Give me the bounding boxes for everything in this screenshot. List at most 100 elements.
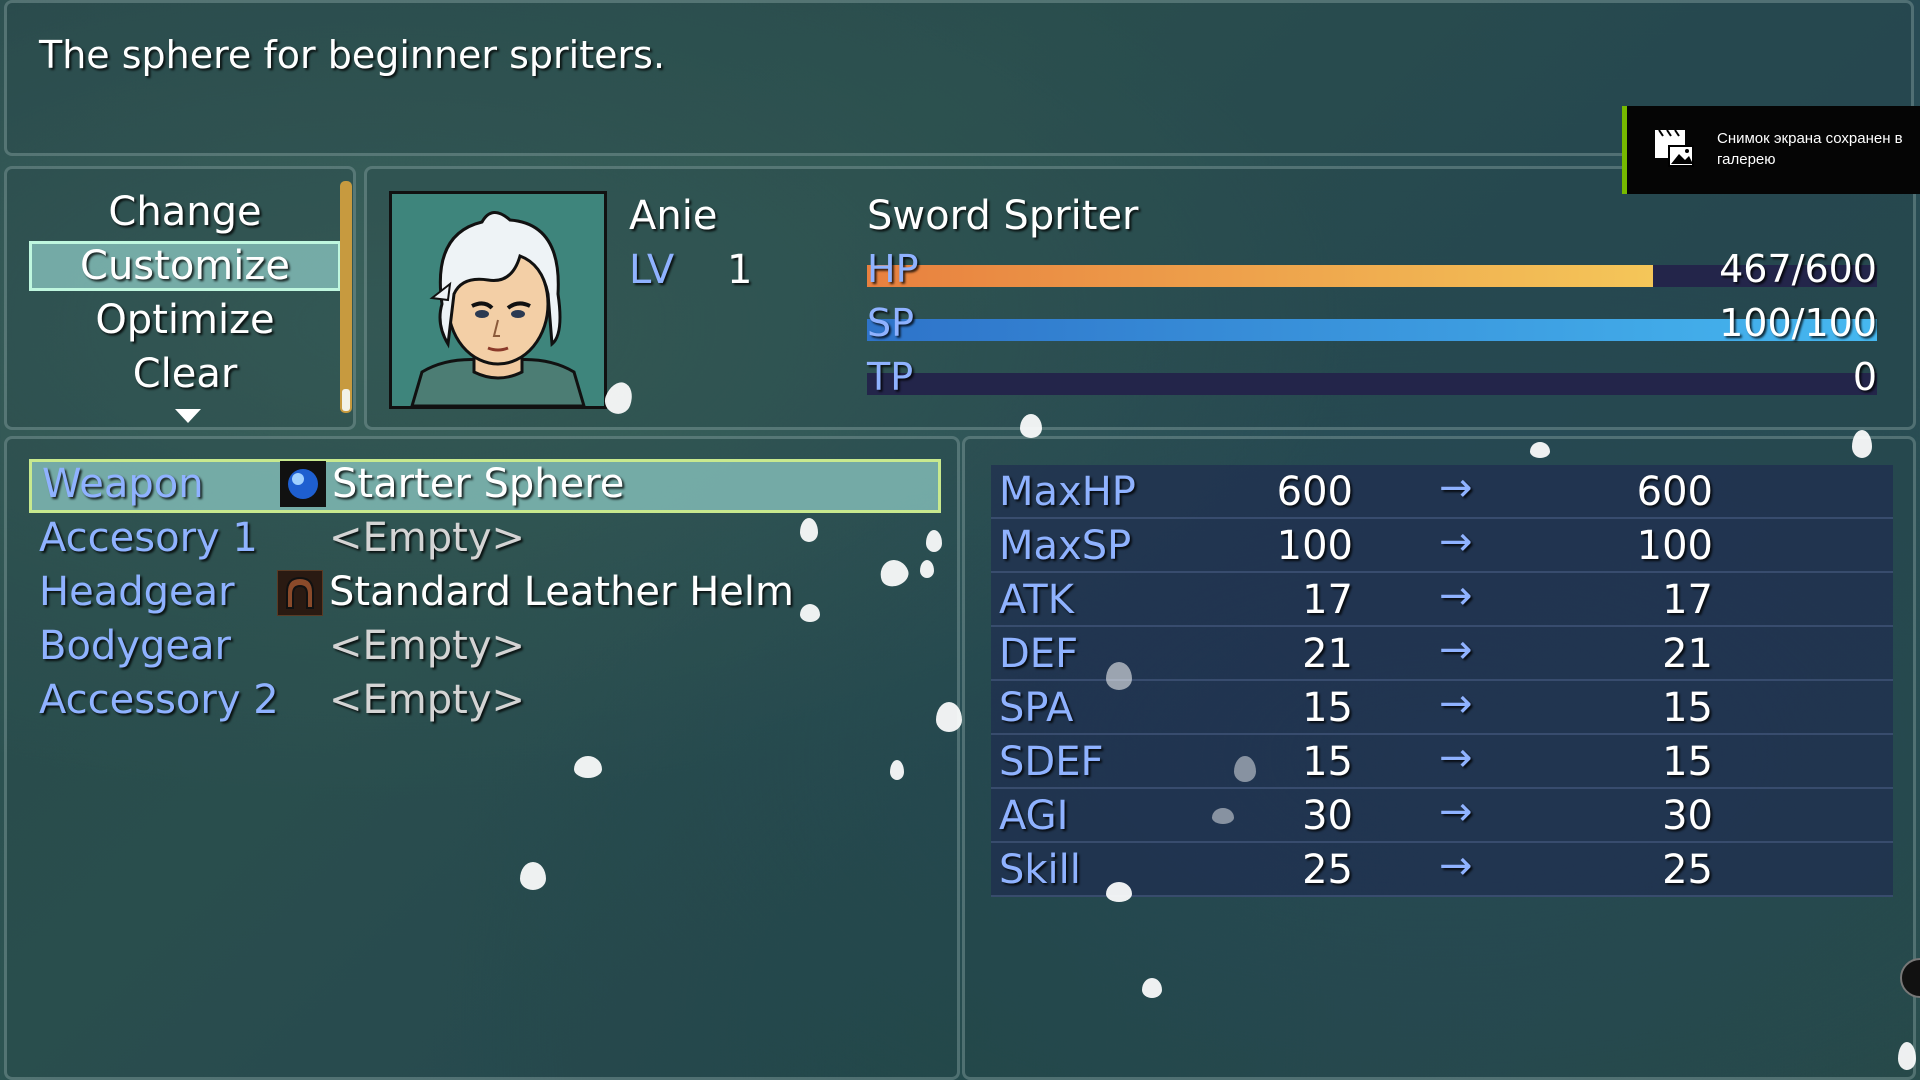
command-change[interactable]: Change bbox=[29, 187, 341, 237]
petal bbox=[936, 702, 962, 732]
petal bbox=[926, 530, 942, 552]
slot-item: <Empty> bbox=[329, 623, 526, 669]
equip-command-window: Change Customize Optimize Clear bbox=[4, 166, 356, 430]
param-current: 15 bbox=[1302, 739, 1353, 785]
slot-row-weapon[interactable]: Weapon Starter Sphere bbox=[29, 459, 941, 513]
param-new: 21 bbox=[1662, 631, 1713, 677]
clapperboard-gallery-icon bbox=[1653, 128, 1695, 168]
command-scrollbar[interactable] bbox=[340, 181, 352, 413]
slot-name: Accessory 2 bbox=[39, 677, 279, 723]
tp-gauge: TP 0 bbox=[867, 355, 1877, 401]
actor-name: Anie bbox=[629, 193, 718, 239]
petal bbox=[520, 862, 546, 890]
param-name: ATK bbox=[999, 577, 1074, 623]
tp-value: 0 bbox=[1852, 355, 1877, 399]
param-new: 100 bbox=[1636, 523, 1713, 569]
param-name: AGI bbox=[999, 793, 1069, 839]
param-name: SPA bbox=[999, 685, 1074, 731]
command-optimize[interactable]: Optimize bbox=[29, 295, 341, 345]
param-new: 15 bbox=[1662, 739, 1713, 785]
petal bbox=[890, 760, 904, 780]
command-customize[interactable]: Customize bbox=[29, 241, 341, 291]
hp-value: 467/600 bbox=[1719, 247, 1877, 291]
param-name: Skill bbox=[999, 847, 1081, 893]
param-current: 100 bbox=[1276, 523, 1353, 569]
param-new: 15 bbox=[1662, 685, 1713, 731]
param-current: 600 bbox=[1276, 469, 1353, 515]
right-arrow-icon: → bbox=[1439, 519, 1473, 565]
sp-gauge: SP 100/100 bbox=[867, 301, 1877, 347]
slot-row-accessory-2[interactable]: Accessory 2 <Empty> bbox=[29, 675, 941, 729]
param-row-sdef: SDEF 15 → 15 bbox=[991, 735, 1893, 789]
tp-label: TP bbox=[867, 355, 914, 399]
tp-gauge-track bbox=[867, 373, 1877, 395]
param-row-spa: SPA 15 → 15 bbox=[991, 681, 1893, 735]
right-arrow-icon: → bbox=[1439, 843, 1473, 889]
right-arrow-icon: → bbox=[1439, 681, 1473, 727]
slot-item: Starter Sphere bbox=[332, 461, 625, 507]
sp-value: 100/100 bbox=[1719, 301, 1877, 345]
notification-text: Снимок экрана сохранен в галерею bbox=[1717, 130, 1903, 168]
slot-item: <Empty> bbox=[329, 515, 526, 561]
level-label: LV bbox=[629, 247, 675, 293]
param-current: 15 bbox=[1302, 685, 1353, 731]
petal bbox=[920, 560, 934, 578]
param-row-agi: AGI 30 → 30 bbox=[991, 789, 1893, 843]
right-arrow-icon: → bbox=[1439, 573, 1473, 619]
command-clear[interactable]: Clear bbox=[29, 349, 341, 399]
right-arrow-icon: → bbox=[1439, 735, 1473, 781]
param-row-maxhp: MaxHP 600 → 600 bbox=[991, 465, 1893, 519]
right-arrow-icon: → bbox=[1439, 789, 1473, 835]
param-row-atk: ATK 17 → 17 bbox=[991, 573, 1893, 627]
command-scrollbar-thumb[interactable] bbox=[342, 389, 350, 411]
petal bbox=[1530, 442, 1550, 458]
petal bbox=[800, 518, 818, 542]
param-new: 17 bbox=[1662, 577, 1713, 623]
parameter-window: MaxHP 600 → 600 MaxSP 100 → 100 ATK 17 →… bbox=[962, 436, 1916, 1080]
slot-name: Weapon bbox=[42, 461, 204, 507]
sp-label: SP bbox=[867, 301, 915, 345]
hp-gauge-fill bbox=[867, 265, 1653, 287]
petal bbox=[1142, 978, 1162, 998]
leather-helm-icon bbox=[276, 569, 324, 617]
param-row-maxsp: MaxSP 100 → 100 bbox=[991, 519, 1893, 573]
param-current: 25 bbox=[1302, 847, 1353, 893]
param-name: DEF bbox=[999, 631, 1079, 677]
right-arrow-icon: → bbox=[1439, 627, 1473, 673]
level-value: 1 bbox=[727, 247, 753, 293]
slot-name: Bodygear bbox=[39, 623, 231, 669]
actor-class: Sword Spriter bbox=[867, 193, 1139, 239]
slot-item: Standard Leather Helm bbox=[329, 569, 794, 615]
petal bbox=[1020, 414, 1042, 438]
param-new: 25 bbox=[1662, 847, 1713, 893]
param-new: 30 bbox=[1662, 793, 1713, 839]
petal bbox=[1212, 808, 1234, 824]
right-arrow-icon: → bbox=[1439, 465, 1473, 511]
actor-portrait bbox=[389, 191, 607, 409]
blue-orb-icon bbox=[280, 461, 326, 507]
petal bbox=[1106, 662, 1132, 690]
slot-item: <Empty> bbox=[329, 677, 526, 723]
petal bbox=[574, 756, 602, 778]
param-current: 17 bbox=[1302, 577, 1353, 623]
param-name: MaxHP bbox=[999, 469, 1136, 515]
param-name: SDEF bbox=[999, 739, 1104, 785]
slot-row-bodygear[interactable]: Bodygear <Empty> bbox=[29, 621, 941, 675]
scroll-down-arrow-icon[interactable] bbox=[175, 409, 201, 423]
petal bbox=[1234, 756, 1256, 782]
help-text: The sphere for beginner spriters. bbox=[39, 33, 666, 77]
petal bbox=[1106, 882, 1132, 902]
petal bbox=[800, 604, 820, 622]
petal bbox=[1898, 1042, 1916, 1070]
screenshot-notification: Снимок экрана сохранен в галерею bbox=[1622, 106, 1920, 194]
actor-status-window: Anie LV 1 Sword Spriter HP 467/600 SP 10… bbox=[364, 166, 1916, 430]
param-name: MaxSP bbox=[999, 523, 1132, 569]
hp-gauge: HP 467/600 bbox=[867, 247, 1877, 293]
hp-label: HP bbox=[867, 247, 919, 291]
slot-name: Headgear bbox=[39, 569, 235, 615]
param-new: 600 bbox=[1636, 469, 1713, 515]
param-current: 21 bbox=[1302, 631, 1353, 677]
slot-name: Accesory 1 bbox=[39, 515, 258, 561]
petal bbox=[1852, 430, 1872, 458]
param-current: 30 bbox=[1302, 793, 1353, 839]
